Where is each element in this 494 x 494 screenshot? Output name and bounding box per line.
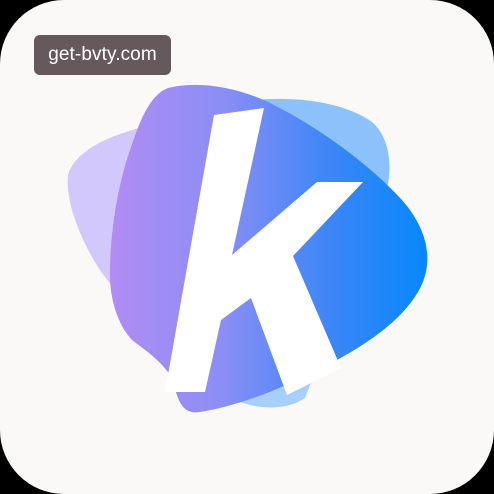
screen: get-bvty.com: [0, 0, 494, 494]
app-icon-tile[interactable]: get-bvty.com: [0, 0, 494, 494]
url-badge: get-bvty.com: [34, 35, 171, 75]
